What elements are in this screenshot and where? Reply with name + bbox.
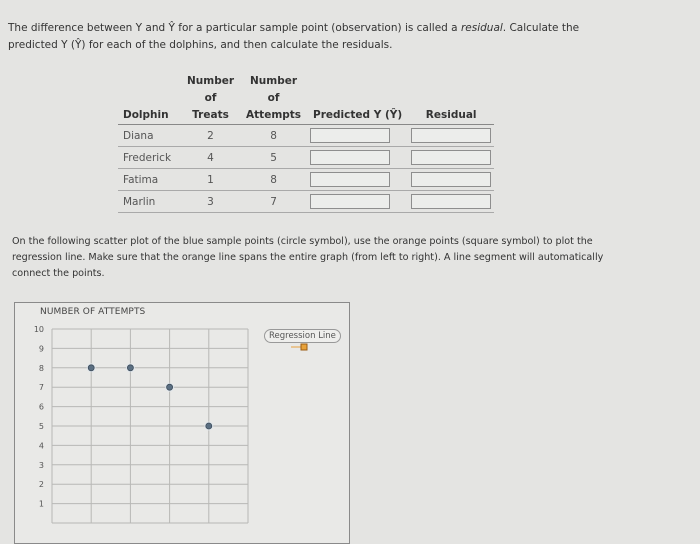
- y-tick-label: 6: [39, 403, 44, 412]
- y-tick-label: 8: [39, 364, 44, 373]
- regression-point-square-icon: [300, 343, 308, 351]
- y-tick-label: 2: [39, 480, 44, 489]
- y-tick-label: 4: [39, 441, 44, 450]
- scatter-plot[interactable]: 1 2 3 4 5 6 7 8 9 10: [0, 0, 700, 530]
- y-tick-label: 1: [39, 500, 44, 509]
- sample-point: [87, 364, 95, 372]
- regression-line-legend[interactable]: Regression Line: [264, 329, 341, 343]
- sample-point: [166, 383, 174, 391]
- sample-point: [205, 422, 213, 430]
- y-tick-label: 3: [39, 461, 44, 470]
- sample-point: [126, 364, 134, 372]
- y-tick-label: 10: [34, 325, 44, 334]
- y-tick-label: 5: [39, 422, 44, 431]
- y-tick-label: 9: [39, 344, 44, 353]
- y-tick-label: 7: [39, 383, 44, 392]
